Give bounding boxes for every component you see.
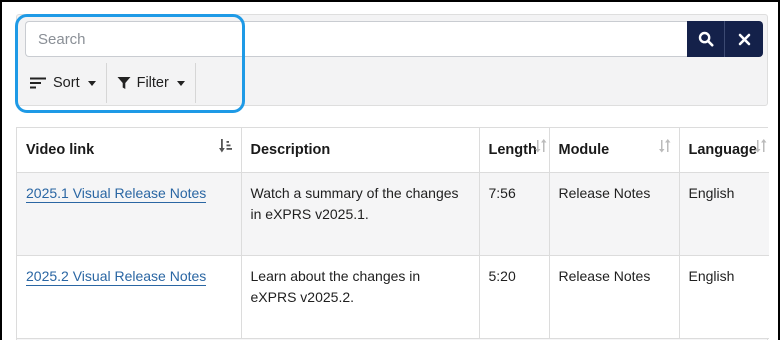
close-icon xyxy=(738,33,750,45)
column-header-length[interactable]: Length xyxy=(479,128,550,173)
search-button[interactable] xyxy=(687,21,725,57)
video-link-cell: 2025.1 Visual Release Notes xyxy=(17,172,242,256)
filter-icon xyxy=(117,77,131,89)
search-input[interactable] xyxy=(25,21,687,57)
column-label: Description xyxy=(250,141,331,158)
video-link[interactable]: 2025.2 Visual Release Notes xyxy=(26,267,207,286)
table-header-row: Video link Description Length Module Lan… xyxy=(17,128,769,173)
toolbar-actions: Sort Filter xyxy=(25,63,196,103)
sort-amount-down-icon[interactable] xyxy=(218,138,233,154)
sort-label: Sort xyxy=(53,75,80,91)
sort-icon[interactable] xyxy=(658,138,671,154)
chevron-down-icon xyxy=(87,80,96,86)
language-cell: English xyxy=(679,255,769,339)
length-cell: 7:56 xyxy=(479,172,550,256)
column-label: Length xyxy=(488,141,537,158)
table-row: 2025.1 Visual Release Notes Watch a summ… xyxy=(17,172,769,256)
language-cell: English xyxy=(679,172,769,256)
length-cell: 5:20 xyxy=(479,255,550,339)
column-header-module[interactable]: Module xyxy=(549,128,680,173)
videos-table: Video link Description Length Module Lan… xyxy=(16,127,769,340)
clear-search-button[interactable] xyxy=(725,21,763,57)
video-link[interactable]: 2025.1 Visual Release Notes xyxy=(26,184,207,203)
module-cell: Release Notes xyxy=(549,172,680,256)
column-label: Module xyxy=(558,141,610,158)
description-cell: Learn about the changes in eXPRS v2025.2… xyxy=(241,255,480,339)
column-header-description[interactable]: Description xyxy=(241,128,480,173)
table-row: 2025.2 Visual Release Notes Learn about … xyxy=(17,255,769,339)
sort-dropdown-button[interactable]: Sort xyxy=(25,63,107,103)
sort-icon[interactable] xyxy=(534,138,547,154)
window-frame: Sort Filter Video link xyxy=(0,0,780,340)
filter-dropdown-button[interactable]: Filter xyxy=(107,63,196,103)
chevron-down-icon xyxy=(176,80,185,86)
sort-icon[interactable] xyxy=(755,138,767,154)
filter-label: Filter xyxy=(136,75,169,91)
description-cell: Watch a summary of the changes in eXPRS … xyxy=(241,172,480,256)
search-icon xyxy=(698,31,713,47)
column-label: Language xyxy=(688,141,757,158)
module-cell: Release Notes xyxy=(549,255,680,339)
table-toolbar: Sort Filter xyxy=(16,14,768,106)
sort-lines-icon xyxy=(30,77,46,89)
column-label: Video link xyxy=(26,141,95,158)
column-header-language[interactable]: Language xyxy=(679,128,769,173)
column-header-video-link[interactable]: Video link xyxy=(17,128,242,173)
video-link-cell: 2025.2 Visual Release Notes xyxy=(17,255,242,339)
search-bar xyxy=(25,21,763,57)
